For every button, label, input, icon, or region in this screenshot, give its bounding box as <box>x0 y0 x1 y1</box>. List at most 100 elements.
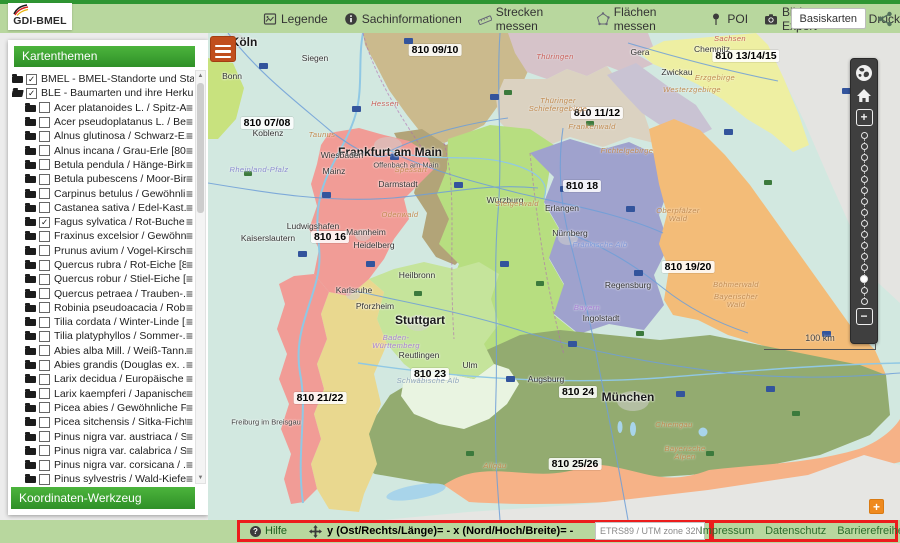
layer-checkbox[interactable] <box>39 188 50 199</box>
layer-checkbox[interactable] <box>39 402 50 413</box>
link-datenschutz[interactable]: Datenschutz <box>765 525 826 537</box>
zoom-level-dot[interactable] <box>861 154 868 161</box>
layer-row[interactable]: Abies alba Mill. / Weiß-Tann...≡ <box>12 344 194 358</box>
layer-menu-icon[interactable]: ≡ <box>186 389 194 399</box>
layer-menu-icon[interactable]: ≡ <box>186 103 194 113</box>
layer-checkbox[interactable] <box>39 145 50 156</box>
layer-menu-icon[interactable]: ≡ <box>186 417 194 427</box>
layer-checkbox[interactable] <box>39 159 50 170</box>
layer-checkbox[interactable] <box>39 231 50 242</box>
layer-row[interactable]: Pinus sylvestris / Wald-Kiefe...≡ <box>12 472 194 486</box>
layer-row[interactable]: Betula pendula / Hänge-Birk...≡ <box>12 158 194 172</box>
sidebar-scrollbar[interactable]: ▲ ▼ <box>195 70 206 484</box>
coordinate-tool-header[interactable]: Koordinaten-Werkzeug <box>11 487 195 509</box>
layer-checkbox[interactable]: ✓ <box>39 217 50 228</box>
layer-checkbox[interactable] <box>39 388 50 399</box>
menu-item-flaechen-messen[interactable]: Flächen messen <box>596 5 694 33</box>
layer-menu-icon[interactable]: ≡ <box>186 146 194 156</box>
map-canvas[interactable]: 810 09/10810 13/14/15810 07/08810 11/128… <box>208 33 900 520</box>
layer-checkbox[interactable]: ✓ <box>26 74 37 85</box>
menu-item-strecken-messen[interactable]: Strecken messen <box>478 5 580 33</box>
zoom-level-dot[interactable] <box>861 143 868 150</box>
layer-menu-icon[interactable]: ≡ <box>186 403 194 413</box>
scroll-down-button[interactable]: ▼ <box>196 473 205 483</box>
zoom-slider[interactable] <box>860 132 868 305</box>
zoom-level-dot[interactable] <box>861 298 868 305</box>
layer-row[interactable]: Quercus rubra / Rot-Eiche [8...≡ <box>12 258 194 272</box>
layer-row[interactable]: Tilia cordata / Winter-Linde [...≡ <box>12 315 194 329</box>
layer-menu-icon[interactable]: ≡ <box>186 231 194 241</box>
layer-row[interactable]: Quercus petraea / Trauben-...≡ <box>12 286 194 300</box>
layer-menu-icon[interactable]: ≡ <box>186 160 194 170</box>
zoom-level-dot[interactable] <box>861 253 868 260</box>
layer-menu-icon[interactable]: ≡ <box>186 303 194 313</box>
layer-menu-icon[interactable]: ≡ <box>186 460 194 470</box>
layer-menu-icon[interactable]: ≡ <box>186 217 194 227</box>
layer-menu-icon[interactable]: ≡ <box>186 360 194 370</box>
layer-checkbox[interactable] <box>39 274 50 285</box>
layer-checkbox[interactable] <box>39 331 50 342</box>
layer-checkbox[interactable] <box>39 102 50 113</box>
scroll-up-button[interactable]: ▲ <box>196 71 205 81</box>
zoom-level-dot[interactable] <box>861 187 868 194</box>
layer-menu-icon[interactable]: ≡ <box>186 331 194 341</box>
globe-button[interactable] <box>854 64 874 82</box>
layer-row[interactable]: Larix decidua / Europäische ...≡ <box>12 372 194 386</box>
layer-row[interactable]: Robinia pseudoacacia / Robi...≡ <box>12 301 194 315</box>
layer-row[interactable]: ✓BMEL - BMEL-Standorte und Sta... <box>12 72 194 86</box>
layer-checkbox[interactable] <box>39 417 50 428</box>
layer-panel-title[interactable]: Kartenthemen <box>14 46 195 67</box>
scrollbar-thumb[interactable] <box>197 83 204 213</box>
layer-menu-icon[interactable]: ≡ <box>186 346 194 356</box>
layer-checkbox[interactable] <box>39 460 50 471</box>
zoom-level-dot[interactable] <box>861 165 868 172</box>
layer-menu-icon[interactable]: ≡ <box>186 317 194 327</box>
layer-row[interactable]: Alnus incana / Grau-Erle [803]≡ <box>12 143 194 157</box>
layer-checkbox[interactable] <box>39 260 50 271</box>
layer-row[interactable]: Pinus nigra var. austriaca / S...≡ <box>12 429 194 443</box>
layer-menu-icon[interactable]: ≡ <box>186 260 194 270</box>
layer-checkbox[interactable] <box>39 345 50 356</box>
layer-checkbox[interactable] <box>39 445 50 456</box>
zoom-level-dot[interactable] <box>861 231 868 238</box>
help-button[interactable]: ? Hilfe <box>250 525 287 537</box>
layer-checkbox[interactable] <box>39 245 50 256</box>
layer-row[interactable]: Abies grandis (Douglas ex. ...≡ <box>12 358 194 372</box>
layer-row[interactable]: Picea abies / Gewöhnliche F...≡ <box>12 401 194 415</box>
zoom-level-dot[interactable] <box>861 264 868 271</box>
layer-menu-icon[interactable]: ≡ <box>186 131 194 141</box>
layer-checkbox[interactable] <box>39 288 50 299</box>
layer-menu-icon[interactable]: ≡ <box>186 246 194 256</box>
layer-menu-icon[interactable]: ≡ <box>186 274 194 284</box>
layer-checkbox[interactable] <box>39 474 50 485</box>
layer-row[interactable]: ✓BLE - Baumarten und ihre Herku... <box>12 86 194 100</box>
layer-row[interactable]: Tilia platyphyllos / Sommer-...≡ <box>12 329 194 343</box>
zoom-level-dot[interactable] <box>861 132 868 139</box>
menu-item-legende[interactable]: Legende <box>263 12 328 26</box>
zoom-level-dot[interactable] <box>861 287 868 294</box>
zoom-level-dot[interactable] <box>860 275 868 283</box>
layer-row[interactable]: Fraxinus excelsior / Gewöhn...≡ <box>12 229 194 243</box>
layer-row[interactable]: Quercus robur / Stiel-Eiche [...≡ <box>12 272 194 286</box>
layer-row[interactable]: Picea sitchensis / Sitka-Ficht...≡ <box>12 415 194 429</box>
layer-menu-icon[interactable]: ≡ <box>186 446 194 456</box>
layer-row[interactable]: Larix kaempferi / Japanische...≡ <box>12 387 194 401</box>
home-button[interactable] <box>854 86 874 104</box>
basemap-button[interactable]: Basiskarten <box>791 8 866 29</box>
layer-row[interactable]: Prunus avium / Vogel-Kirsch...≡ <box>12 244 194 258</box>
layer-menu-icon[interactable]: ≡ <box>186 189 194 199</box>
menu-item-poi[interactable]: POI <box>709 12 748 26</box>
crs-select[interactable]: ETRS89 / UTM zone 32N ▼ <box>595 522 705 540</box>
map-plus-button[interactable]: + <box>869 499 884 514</box>
link-barrierefreiheit[interactable]: Barrierefreiheit <box>837 525 900 537</box>
zoom-out-button[interactable]: − <box>854 307 874 325</box>
layer-checkbox[interactable]: ✓ <box>26 88 37 99</box>
zoom-in-button[interactable]: + <box>854 108 874 126</box>
layer-menu-icon[interactable]: ≡ <box>186 174 194 184</box>
layer-menu-icon[interactable]: ≡ <box>186 374 194 384</box>
zoom-level-dot[interactable] <box>861 220 868 227</box>
layer-checkbox[interactable] <box>39 360 50 371</box>
layer-checkbox[interactable] <box>39 202 50 213</box>
layer-menu-icon[interactable]: ≡ <box>186 117 194 127</box>
layer-checkbox[interactable] <box>39 117 50 128</box>
